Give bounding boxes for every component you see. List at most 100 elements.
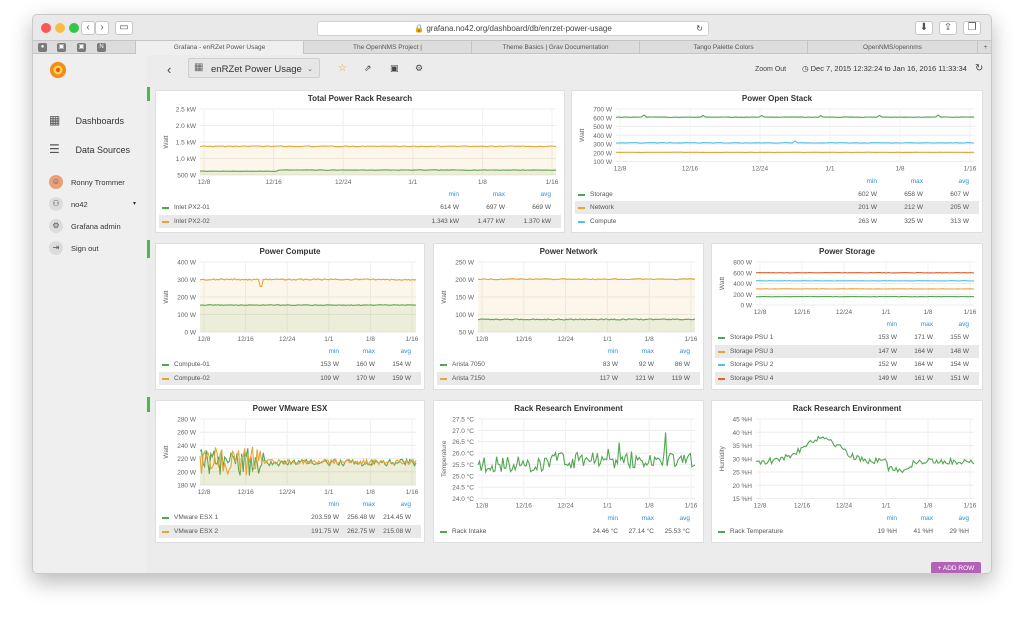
legend-series-name[interactable]: Network [590,201,614,214]
graph-canvas[interactable]: 27.5 °C 27.0 °C 26.5 °C 26.0 °C 25.5 °C 25.0 … [434,401,705,544]
graph-panel[interactable]: Rack Research Environment 45 %H 40 %H 35 %H… [711,400,983,543]
legend-row[interactable]: Arista 7050 83 W 92 W 86 W [437,358,700,371]
legend-series-name[interactable]: Compute-01 [174,358,210,371]
browser-tab[interactable]: Theme Basics | Grav Documentation [471,41,639,54]
user-name[interactable]: Ronny Trommer [71,178,125,187]
legend-swatch[interactable] [440,364,447,366]
new-tab-icon[interactable]: + [977,41,991,54]
legend-header-min[interactable]: min [409,191,459,198]
legend-swatch[interactable] [718,377,725,380]
legend-swatch[interactable] [718,530,725,533]
row-collapse-handle[interactable] [147,240,150,258]
forward-arrow-icon[interactable]: › [95,21,109,35]
graph-canvas[interactable]: 45 %H 40 %H 35 %H 30 %H 25 %H 20 %H 15 %H12/8 1… [712,401,984,544]
legend-row[interactable]: Inlet PX2-01 614 W 697 W 669 W [159,201,561,214]
graph-panel[interactable]: Rack Research Environment 27.5 °C 27.0 °C 2… [433,400,704,543]
legend-series-name[interactable]: Compute-02 [174,372,210,385]
legend-row[interactable]: Rack Intake 24.46 °C 27.14 °C 25.53 °C [437,525,700,538]
legend-header-avg[interactable]: avg [640,348,690,355]
browser-tab[interactable]: OpenNMS/opennms [807,41,977,54]
pinned-tab-icon[interactable]: ▣ [57,43,66,52]
caret-down-icon[interactable]: ▾ [133,200,136,207]
legend-series-name[interactable]: VMware ESX 2 [174,525,218,538]
legend-swatch[interactable] [162,517,169,519]
legend-row[interactable]: VMware ESX 2 191.75 W 262.75 W 215.08 W [159,524,421,538]
graph-panel[interactable]: Power VMware ESX 280 W 260 W 240 W 220 W 200 … [155,400,425,543]
legend-row[interactable]: Compute 263 W 325 W 313 W [575,215,979,228]
legend-swatch[interactable] [578,193,585,196]
series-line[interactable] [756,435,975,474]
legend-header-avg[interactable]: avg [919,178,969,185]
avatar[interactable]: ☺ [49,175,63,189]
browser-tab-active[interactable]: Grafana - enRZet Power Usage [135,41,303,54]
legend-swatch[interactable] [162,364,169,366]
legend-series-name[interactable]: Storage [590,188,613,201]
share-icon[interactable]: ⇪ [939,21,957,35]
legend-header-max[interactable]: max [873,178,923,185]
legend-row[interactable]: VMware ESX 1 203.59 W 256.48 W 214.45 W [159,511,421,524]
legend-row[interactable]: Network 201 W 212 W 205 W [575,201,979,214]
legend-series-name[interactable]: Storage PSU 3 [730,345,773,358]
sidebar-item-dashboards[interactable]: ▦ Dashboards [49,113,124,127]
legend-header-avg[interactable]: avg [640,515,690,522]
legend-header-avg[interactable]: avg [361,348,411,355]
sign-out-link[interactable]: Sign out [71,244,99,253]
minimize-window-button[interactable] [55,23,65,33]
legend-row[interactable]: Compute-02 109 W 170 W 159 W [159,371,421,385]
series-line[interactable] [615,140,975,144]
sidebar-toggle-icon[interactable]: ▭ [115,21,133,35]
row-collapse-handle[interactable] [147,87,150,101]
legend-swatch[interactable] [162,530,169,533]
legend-swatch[interactable] [578,207,585,209]
legend-swatch[interactable] [440,377,447,380]
time-picker[interactable]: ◷ Dec 7, 2015 12:32:24 to Jan 16, 2016 1… [802,64,967,73]
reload-icon[interactable]: ↻ [696,22,703,36]
pinned-tab-icon[interactable]: N [97,43,106,52]
legend-series-name[interactable]: Rack Intake [452,525,486,538]
browser-tab[interactable]: The OpenNMS Project | [303,41,471,54]
legend-header-max[interactable]: max [455,191,505,198]
legend-series-name[interactable]: Inlet PX2-01 [174,201,210,214]
row-collapse-handle[interactable] [147,397,150,412]
legend-row[interactable]: Arista 7150 117 W 121 W 119 W [437,371,700,385]
legend-series-name[interactable]: Storage PSU 2 [730,358,773,371]
graph-panel[interactable]: Power Compute 400 W 300 W 200 W 100 W0 W 12/8… [155,243,425,390]
legend-row[interactable]: Storage PSU 4 149 W 161 W 151 W [715,371,979,385]
legend-series-name[interactable]: Compute [590,215,616,228]
browser-tab[interactable]: Tango Palette Colors [639,41,807,54]
gear-icon[interactable]: ⚙ [415,63,423,74]
legend-row[interactable]: Storage 602 W 658 W 607 W [575,188,979,201]
graph-panel[interactable]: Power Storage 800 W 600 W 400 W 200 W0 W 12/8… [711,243,983,390]
org-switcher[interactable]: no42 [71,200,88,209]
legend-row[interactable]: Compute-01 153 W 160 W 154 W [159,358,421,371]
series-line[interactable] [477,432,696,475]
github-pinned-tab-icon[interactable]: ● [38,43,47,52]
refresh-icon[interactable]: ↻ [975,63,983,74]
legend-row[interactable]: Storage PSU 1 153 W 171 W 155 W [715,331,979,344]
back-arrow-icon[interactable]: ‹ [81,21,95,35]
legend-series-name[interactable]: VMware ESX 1 [174,511,218,524]
legend-series-name[interactable]: Arista 7150 [452,372,485,385]
legend-row[interactable]: Storage PSU 3 147 W 164 W 148 W [715,344,979,358]
tabs-overview-icon[interactable]: ❐ [963,21,981,35]
legend-swatch[interactable] [162,377,169,380]
legend-swatch[interactable] [718,364,725,366]
grafana-admin-link[interactable]: Grafana admin [71,222,121,231]
graph-panel[interactable]: Power Network 250 W 200 W 150 W 100 W 50 W 12/… [433,243,704,390]
chevron-left-icon[interactable]: ‹ [167,62,171,77]
legend-header-avg[interactable]: avg [919,515,969,522]
maximize-window-button[interactable] [69,23,79,33]
legend-row[interactable]: Storage PSU 2 152 W 164 W 154 W [715,358,979,371]
legend-series-name[interactable]: Inlet PX2-02 [174,215,210,228]
share-icon[interactable]: ⇗ [364,63,372,74]
graph-panel[interactable]: Total Power Rack Research 2.5 kW 2.0 kW 1.5… [155,90,565,233]
legend-series-name[interactable]: Arista 7050 [452,358,485,371]
legend-header-min[interactable]: min [827,178,877,185]
legend-series-name[interactable]: Rack Temperature [730,525,783,538]
grafana-logo-icon[interactable] [49,61,67,79]
save-icon[interactable]: ▣ [390,63,399,74]
legend-series-name[interactable]: Storage PSU 4 [730,372,773,385]
legend-header-avg[interactable]: avg [501,191,551,198]
dashboard-picker[interactable]: ▦ enRZet Power Usage ⌄ [188,58,320,78]
zoom-out-button[interactable]: Zoom Out [755,66,786,73]
